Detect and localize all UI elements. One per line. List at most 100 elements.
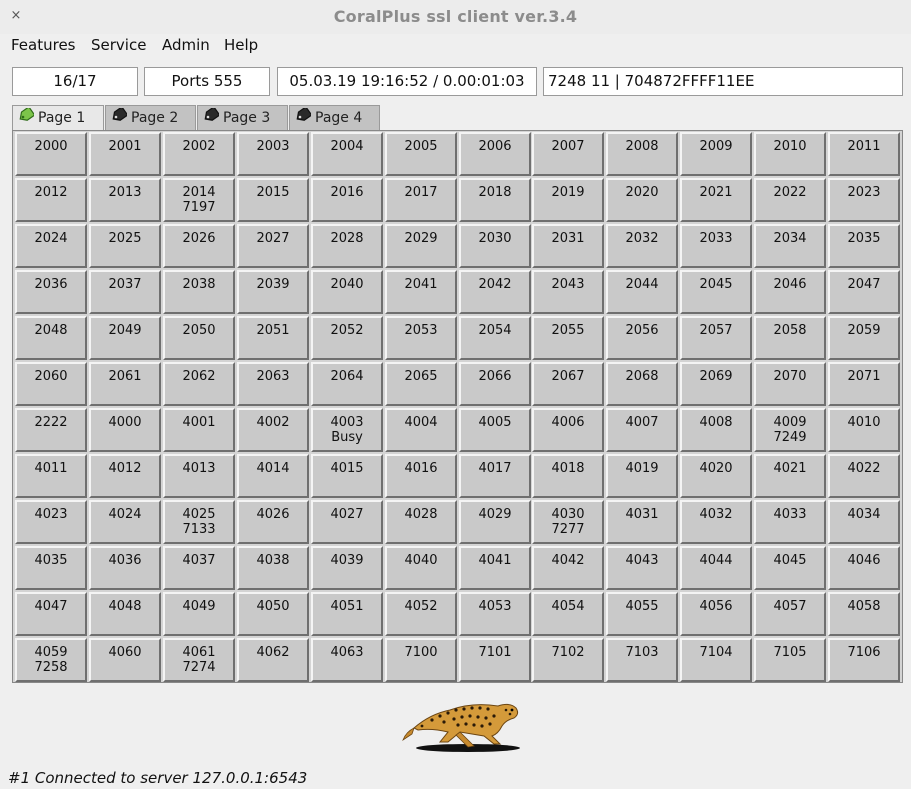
port-button-4060[interactable]: 4060: [89, 638, 161, 682]
port-button-2052[interactable]: 2052: [311, 316, 383, 360]
menu-help[interactable]: Help: [224, 36, 258, 54]
port-button-4014[interactable]: 4014: [237, 454, 309, 498]
port-button-2005[interactable]: 2005: [385, 132, 457, 176]
port-button-2019[interactable]: 2019: [532, 178, 604, 222]
port-button-7101[interactable]: 7101: [459, 638, 531, 682]
port-button-4000[interactable]: 4000: [89, 408, 161, 452]
port-button-4012[interactable]: 4012: [89, 454, 161, 498]
port-button-7105[interactable]: 7105: [754, 638, 826, 682]
tab-page-4[interactable]: Page 4: [289, 105, 380, 130]
port-button-2058[interactable]: 2058: [754, 316, 826, 360]
port-button-2027[interactable]: 2027: [237, 224, 309, 268]
port-button-7106[interactable]: 7106: [828, 638, 900, 682]
port-button-2061[interactable]: 2061: [89, 362, 161, 406]
port-button-2064[interactable]: 2064: [311, 362, 383, 406]
port-button-2030[interactable]: 2030: [459, 224, 531, 268]
port-button-4055[interactable]: 4055: [606, 592, 678, 636]
port-button-2002[interactable]: 2002: [163, 132, 235, 176]
port-button-2021[interactable]: 2021: [680, 178, 752, 222]
port-button-4016[interactable]: 4016: [385, 454, 457, 498]
port-button-2011[interactable]: 2011: [828, 132, 900, 176]
port-button-2037[interactable]: 2037: [89, 270, 161, 314]
port-button-4040[interactable]: 4040: [385, 546, 457, 590]
port-button-2045[interactable]: 2045: [680, 270, 752, 314]
port-button-4032[interactable]: 4032: [680, 500, 752, 544]
port-button-2056[interactable]: 2056: [606, 316, 678, 360]
port-button-2067[interactable]: 2067: [532, 362, 604, 406]
port-button-2035[interactable]: 2035: [828, 224, 900, 268]
port-button-4025[interactable]: 4025 7133: [163, 500, 235, 544]
port-button-2015[interactable]: 2015: [237, 178, 309, 222]
port-button-2001[interactable]: 2001: [89, 132, 161, 176]
port-button-4011[interactable]: 4011: [15, 454, 87, 498]
port-button-2055[interactable]: 2055: [532, 316, 604, 360]
port-button-4006[interactable]: 4006: [532, 408, 604, 452]
port-button-2042[interactable]: 2042: [459, 270, 531, 314]
port-button-2000[interactable]: 2000: [15, 132, 87, 176]
port-button-2012[interactable]: 2012: [15, 178, 87, 222]
port-button-4038[interactable]: 4038: [237, 546, 309, 590]
port-button-4042[interactable]: 4042: [532, 546, 604, 590]
port-button-2054[interactable]: 2054: [459, 316, 531, 360]
port-button-4043[interactable]: 4043: [606, 546, 678, 590]
port-button-4002[interactable]: 4002: [237, 408, 309, 452]
port-button-2044[interactable]: 2044: [606, 270, 678, 314]
port-button-2053[interactable]: 2053: [385, 316, 457, 360]
port-button-4044[interactable]: 4044: [680, 546, 752, 590]
port-button-2046[interactable]: 2046: [754, 270, 826, 314]
port-button-4018[interactable]: 4018: [532, 454, 604, 498]
port-button-4041[interactable]: 4041: [459, 546, 531, 590]
port-button-2018[interactable]: 2018: [459, 178, 531, 222]
port-button-2057[interactable]: 2057: [680, 316, 752, 360]
port-button-4037[interactable]: 4037: [163, 546, 235, 590]
port-button-4047[interactable]: 4047: [15, 592, 87, 636]
port-button-4034[interactable]: 4034: [828, 500, 900, 544]
port-button-4009[interactable]: 4009 7249: [754, 408, 826, 452]
port-button-2048[interactable]: 2048: [15, 316, 87, 360]
port-button-2066[interactable]: 2066: [459, 362, 531, 406]
port-button-2032[interactable]: 2032: [606, 224, 678, 268]
port-button-2014[interactable]: 2014 7197: [163, 178, 235, 222]
tab-page-1[interactable]: Page 1: [12, 105, 104, 131]
port-button-4019[interactable]: 4019: [606, 454, 678, 498]
port-button-2017[interactable]: 2017: [385, 178, 457, 222]
port-button-2047[interactable]: 2047: [828, 270, 900, 314]
port-button-7104[interactable]: 7104: [680, 638, 752, 682]
port-button-2043[interactable]: 2043: [532, 270, 604, 314]
port-button-2036[interactable]: 2036: [15, 270, 87, 314]
port-button-4031[interactable]: 4031: [606, 500, 678, 544]
port-button-4003[interactable]: 4003 Busy: [311, 408, 383, 452]
port-button-2065[interactable]: 2065: [385, 362, 457, 406]
port-button-4021[interactable]: 4021: [754, 454, 826, 498]
port-button-7100[interactable]: 7100: [385, 638, 457, 682]
port-button-4058[interactable]: 4058: [828, 592, 900, 636]
port-button-2029[interactable]: 2029: [385, 224, 457, 268]
port-button-4046[interactable]: 4046: [828, 546, 900, 590]
port-button-4004[interactable]: 4004: [385, 408, 457, 452]
port-button-2069[interactable]: 2069: [680, 362, 752, 406]
port-button-2034[interactable]: 2034: [754, 224, 826, 268]
port-button-2050[interactable]: 2050: [163, 316, 235, 360]
port-button-2013[interactable]: 2013: [89, 178, 161, 222]
port-button-4057[interactable]: 4057: [754, 592, 826, 636]
port-button-2010[interactable]: 2010: [754, 132, 826, 176]
port-button-4039[interactable]: 4039: [311, 546, 383, 590]
port-button-2031[interactable]: 2031: [532, 224, 604, 268]
port-button-4024[interactable]: 4024: [89, 500, 161, 544]
port-button-4054[interactable]: 4054: [532, 592, 604, 636]
port-button-2007[interactable]: 2007: [532, 132, 604, 176]
port-button-2008[interactable]: 2008: [606, 132, 678, 176]
port-button-4029[interactable]: 4029: [459, 500, 531, 544]
menu-service[interactable]: Service: [91, 36, 146, 54]
port-button-2009[interactable]: 2009: [680, 132, 752, 176]
port-button-2003[interactable]: 2003: [237, 132, 309, 176]
port-button-2049[interactable]: 2049: [89, 316, 161, 360]
port-button-4017[interactable]: 4017: [459, 454, 531, 498]
port-button-4035[interactable]: 4035: [15, 546, 87, 590]
port-button-2028[interactable]: 2028: [311, 224, 383, 268]
port-button-2022[interactable]: 2022: [754, 178, 826, 222]
port-button-4010[interactable]: 4010: [828, 408, 900, 452]
port-button-2016[interactable]: 2016: [311, 178, 383, 222]
port-button-4015[interactable]: 4015: [311, 454, 383, 498]
menu-features[interactable]: Features: [11, 36, 76, 54]
